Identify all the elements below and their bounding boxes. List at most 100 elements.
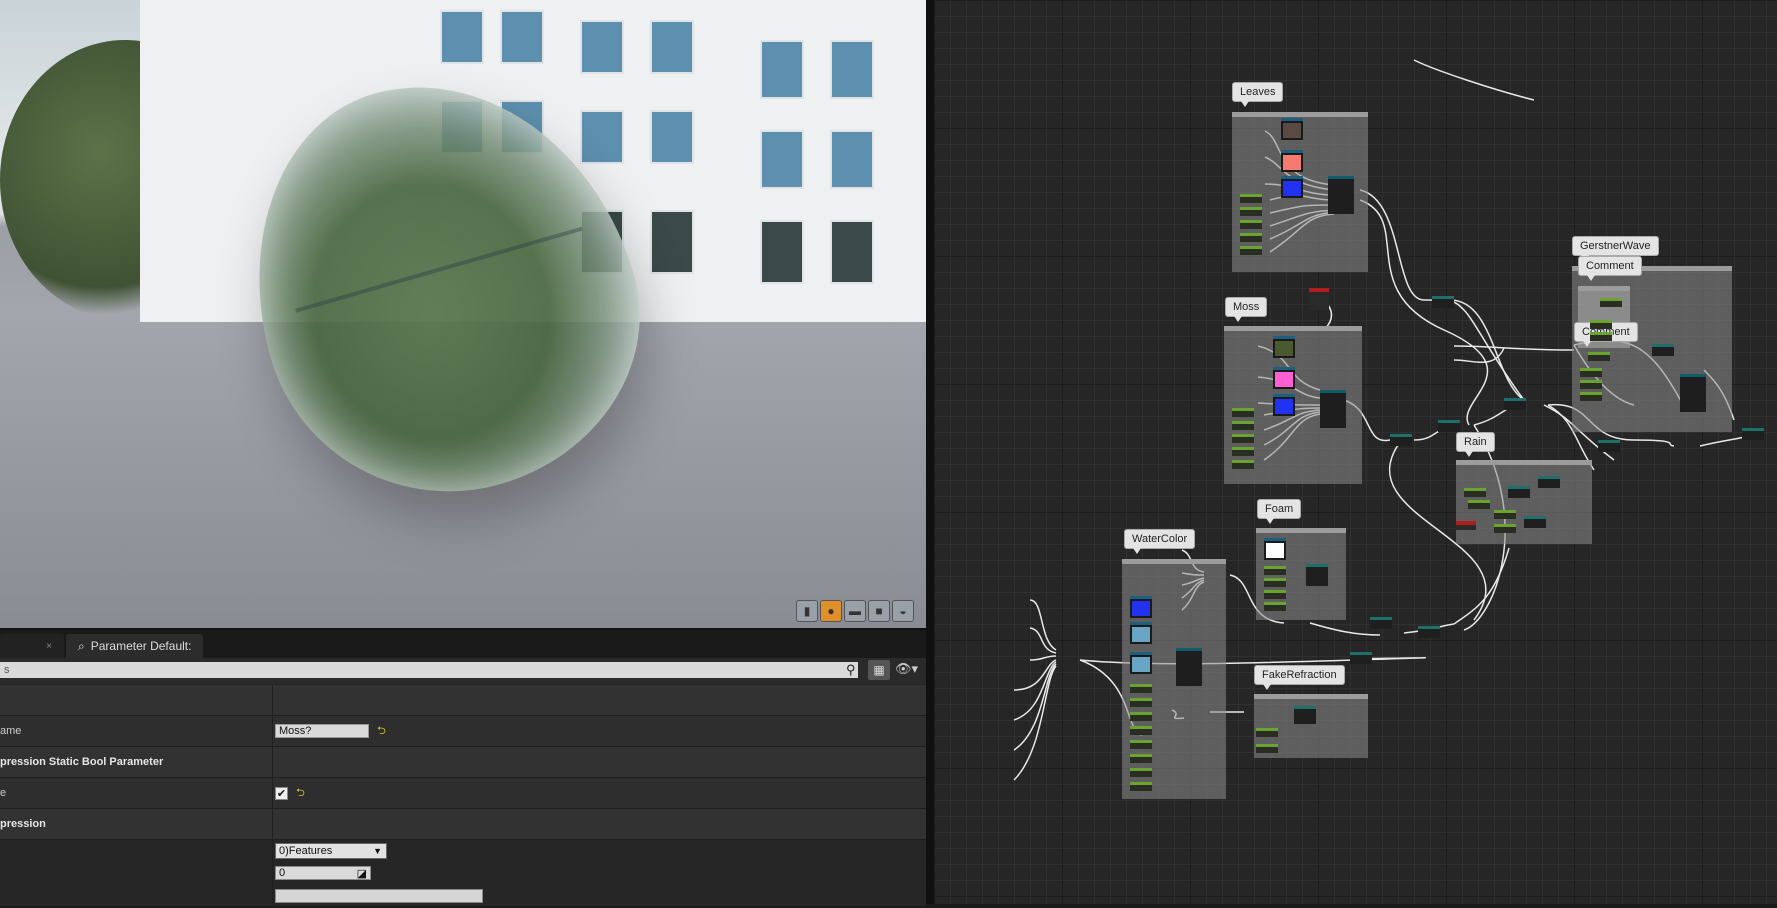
sort-priority-input[interactable]: 0 ◪ <box>275 866 371 880</box>
scalar-param-node[interactable] <box>1232 460 1254 469</box>
panel-splitter[interactable] <box>926 0 934 904</box>
tab-details[interactable]: × <box>0 634 64 658</box>
lerp-node[interactable] <box>1524 516 1546 528</box>
lerp-node[interactable] <box>1652 344 1674 356</box>
color-param-node[interactable] <box>1264 538 1286 560</box>
color-param-node[interactable] <box>1281 118 1303 140</box>
default-value-checkbox[interactable]: ✔ <box>275 786 288 800</box>
teapot-icon[interactable]: ◒ <box>892 600 914 622</box>
bool-param-node[interactable] <box>1456 521 1476 530</box>
scalar-param-node[interactable] <box>1468 500 1490 509</box>
lerp-node[interactable] <box>1370 617 1392 629</box>
cube-icon[interactable]: ■ <box>868 600 890 622</box>
texture-sample-node[interactable] <box>1281 176 1303 198</box>
scalar-param-node[interactable] <box>1590 320 1612 329</box>
scalar-param-node[interactable] <box>1130 712 1152 721</box>
scalar-param-node[interactable] <box>1232 434 1254 443</box>
scalar-param-node[interactable] <box>1130 754 1152 763</box>
scalar-param-node[interactable] <box>1130 726 1152 735</box>
group-select[interactable]: 0)Features ▼ <box>275 843 387 859</box>
scalar-param-node[interactable] <box>1240 233 1262 242</box>
lerp-node[interactable] <box>1438 420 1460 432</box>
scalar-param-node[interactable] <box>1494 524 1516 533</box>
lerp-node[interactable] <box>1350 652 1372 664</box>
color-param-node[interactable] <box>1273 336 1295 358</box>
texture-sample-node[interactable] <box>1130 596 1152 618</box>
scalar-param-node[interactable] <box>1494 510 1516 519</box>
lerp-node[interactable] <box>1538 476 1560 488</box>
comment-box-watercolor[interactable] <box>1122 559 1226 799</box>
material-function-node[interactable] <box>1320 390 1346 428</box>
grid-view-icon[interactable]: ▦ <box>868 660 890 680</box>
comment-label-foam[interactable]: Foam <box>1257 499 1302 524</box>
scalar-param-node[interactable] <box>1580 368 1602 377</box>
scalar-param-node[interactable] <box>1264 566 1286 575</box>
comment-label-fakerefraction[interactable]: FakeRefraction <box>1254 665 1345 690</box>
lerp-node[interactable] <box>1598 440 1620 452</box>
lerp-node[interactable] <box>1418 626 1440 638</box>
cylinder-icon[interactable]: ▮ <box>796 600 818 622</box>
material-function-node[interactable] <box>1176 648 1202 686</box>
lerp-node[interactable] <box>1306 564 1328 586</box>
property-category-row[interactable]: pression <box>0 809 926 840</box>
scalar-param-node[interactable] <box>1588 352 1610 361</box>
material-function-node[interactable] <box>1328 176 1354 214</box>
color-param-node[interactable] <box>1130 652 1152 674</box>
scalar-param-node[interactable] <box>1580 392 1602 401</box>
scalar-param-node[interactable] <box>1264 602 1286 611</box>
scalar-param-node[interactable] <box>1130 782 1152 791</box>
scalar-param-node[interactable] <box>1264 578 1286 587</box>
material-output-node[interactable] <box>1742 428 1764 440</box>
material-graph-canvas[interactable]: Leaves Moss GerstnerWave Comment Comment… <box>934 0 1777 904</box>
comment-label-gerstnerwave[interactable]: GerstnerWave <box>1572 236 1659 261</box>
scalar-param-node[interactable] <box>1130 698 1152 707</box>
comment-label-leaves[interactable]: Leaves <box>1232 82 1284 107</box>
material-function-node[interactable] <box>1680 374 1706 412</box>
material-preview-viewport[interactable]: ▮ ● ▬ ■ ◒ <box>0 0 926 628</box>
drag-spin-icon[interactable]: ◪ <box>357 867 370 880</box>
description-input[interactable] <box>275 889 483 903</box>
close-icon[interactable]: × <box>46 641 52 652</box>
property-category-row[interactable]: pression Static Bool Parameter <box>0 747 926 778</box>
eye-visibility-icon[interactable]: 👁▾ <box>895 661 918 677</box>
scalar-param-node[interactable] <box>1240 194 1262 203</box>
comment-label-watercolor[interactable]: WaterColor <box>1124 529 1196 554</box>
scalar-param-node[interactable] <box>1232 421 1254 430</box>
scalar-param-node[interactable] <box>1580 380 1602 389</box>
scalar-param-node[interactable] <box>1240 207 1262 216</box>
comment-label-moss[interactable]: Moss <box>1225 297 1268 322</box>
color-param-node[interactable] <box>1130 622 1152 644</box>
details-search-input[interactable] <box>0 662 858 678</box>
scalar-param-node[interactable] <box>1232 408 1254 417</box>
scalar-param-node[interactable] <box>1256 728 1278 737</box>
lerp-node[interactable] <box>1504 398 1526 410</box>
scalar-param-node[interactable] <box>1240 246 1262 255</box>
scalar-param-node[interactable] <box>1264 590 1286 599</box>
bool-param-node[interactable] <box>1309 288 1329 310</box>
scalar-param-node[interactable] <box>1130 740 1152 749</box>
texture-sample-node[interactable] <box>1273 394 1295 416</box>
plane-icon[interactable]: ▬ <box>844 600 866 622</box>
reset-arrow-icon[interactable]: ⮌ <box>377 722 386 741</box>
search-icon[interactable]: ⚲ <box>846 662 856 678</box>
color-param-node[interactable] <box>1281 150 1303 172</box>
comment-label-rain[interactable]: Rain <box>1456 432 1495 457</box>
scalar-param-node[interactable] <box>1590 332 1612 341</box>
lerp-node[interactable] <box>1508 486 1530 498</box>
scalar-param-node[interactable] <box>1256 744 1278 753</box>
tab-parameter-defaults[interactable]: ⌕ Parameter Default: <box>66 634 204 658</box>
reset-arrow-icon[interactable]: ⮌ <box>296 784 305 803</box>
sphere-icon[interactable]: ● <box>820 600 842 622</box>
lerp-node[interactable] <box>1294 706 1316 724</box>
scalar-param-node[interactable] <box>1240 220 1262 229</box>
lerp-node[interactable] <box>1432 296 1454 308</box>
lerp-node[interactable] <box>1390 434 1412 446</box>
scalar-param-node[interactable] <box>1464 488 1486 497</box>
scalar-param-node[interactable] <box>1232 447 1254 456</box>
scalar-param-node[interactable] <box>1130 684 1152 693</box>
color-param-node[interactable] <box>1273 367 1295 389</box>
scalar-param-node[interactable] <box>1600 298 1622 307</box>
scalar-param-node[interactable] <box>1130 768 1152 777</box>
parameter-name-field[interactable] <box>275 724 369 738</box>
comment-label-inner[interactable]: Comment <box>1578 256 1642 281</box>
